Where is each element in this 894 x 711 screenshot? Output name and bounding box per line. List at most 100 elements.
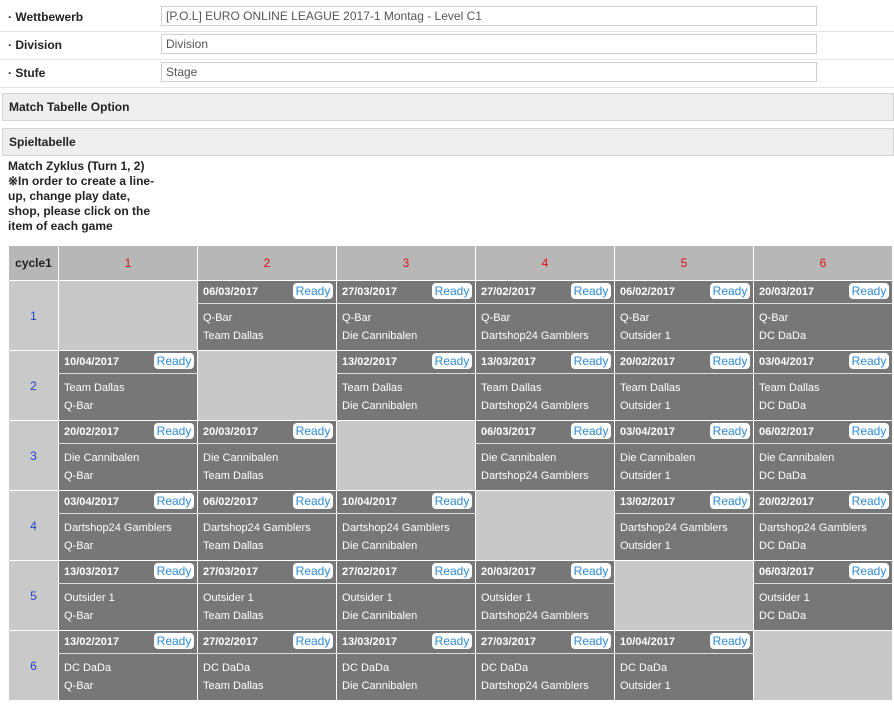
- match-cell[interactable]: 27/02/2017 Ready Q-Bar Dartshop24 Gamblers: [475, 280, 615, 351]
- ready-button[interactable]: Ready: [154, 423, 194, 439]
- ready-button[interactable]: Ready: [710, 633, 750, 649]
- ready-button[interactable]: Ready: [710, 493, 750, 509]
- match-table-option-header[interactable]: Match Tabelle Option: [2, 93, 894, 121]
- division-field[interactable]: Division: [161, 34, 817, 54]
- ready-button[interactable]: Ready: [571, 283, 611, 299]
- match-header: 10/04/2017 Ready: [59, 351, 197, 374]
- match-cell[interactable]: 20/03/2017 Ready Die Cannibalen Team Dallas: [197, 420, 337, 491]
- ready-button[interactable]: Ready: [293, 563, 333, 579]
- ready-button[interactable]: Ready: [710, 423, 750, 439]
- match-date: 27/02/2017: [342, 566, 398, 578]
- col-head: 1: [58, 245, 198, 281]
- ready-button[interactable]: Ready: [154, 633, 194, 649]
- match-cell[interactable]: 10/04/2017 Ready Team Dallas Q-Bar: [58, 350, 198, 421]
- empty-cell: [753, 630, 893, 701]
- match-cell[interactable]: 20/02/2017 Ready Team Dallas Outsider 1: [614, 350, 754, 421]
- ready-button[interactable]: Ready: [571, 563, 611, 579]
- match-cell[interactable]: 27/03/2017 Ready Outsider 1 Team Dallas: [197, 560, 337, 631]
- match-cell[interactable]: 13/03/2017 Ready Outsider 1 Q-Bar: [58, 560, 198, 631]
- stage-row: · Stufe Stage: [0, 59, 894, 88]
- away-team: Die Cannibalen: [342, 680, 418, 692]
- ready-button[interactable]: Ready: [849, 353, 889, 369]
- ready-button[interactable]: Ready: [432, 283, 472, 299]
- match-cell[interactable]: 20/02/2017 Ready Die Cannibalen Q-Bar: [58, 420, 198, 491]
- ready-button[interactable]: Ready: [571, 423, 611, 439]
- match-cell[interactable]: 20/03/2017 Ready Outsider 1 Dartshop24 Gamb…: [475, 560, 615, 631]
- grid-corner: cycle1: [8, 245, 59, 281]
- home-team: DC DaDa: [342, 662, 390, 674]
- home-team: Die Cannibalen: [481, 452, 557, 464]
- match-cell[interactable]: 06/02/2017 Ready Q-Bar Outsider 1: [614, 280, 754, 351]
- ready-button[interactable]: Ready: [293, 423, 333, 439]
- match-header: 27/03/2017 Ready: [337, 281, 475, 304]
- ready-button[interactable]: Ready: [571, 633, 611, 649]
- grid-body: 1 06/03/2017 Ready Q-Bar Team Dallas 27/03/20…: [8, 280, 893, 701]
- ready-button[interactable]: Ready: [432, 493, 472, 509]
- match-cell[interactable]: 06/02/2017 Ready Dartshop24 Gamblers Team D…: [197, 490, 337, 561]
- match-cell[interactable]: 20/03/2017 Ready Q-Bar DC DaDa: [753, 280, 893, 351]
- ready-button[interactable]: Ready: [710, 353, 750, 369]
- match-cell[interactable]: 03/04/2017 Ready Dartshop24 Gamblers Q-Bar: [58, 490, 198, 561]
- ready-button[interactable]: Ready: [154, 353, 194, 369]
- ready-button[interactable]: Ready: [293, 633, 333, 649]
- match-cell[interactable]: 10/04/2017 Ready Dartshop24 Gamblers Die Ca…: [336, 490, 476, 561]
- ready-button[interactable]: Ready: [432, 633, 472, 649]
- home-team: Team Dallas: [481, 382, 542, 394]
- match-cell[interactable]: 10/04/2017 Ready DC DaDa Outsider 1: [614, 630, 754, 701]
- match-cell[interactable]: 03/04/2017 Ready Die Cannibalen Outsider 1: [614, 420, 754, 491]
- match-cell[interactable]: 27/03/2017 Ready Q-Bar Die Cannibalen: [336, 280, 476, 351]
- match-header: 13/02/2017 Ready: [337, 351, 475, 374]
- ready-button[interactable]: Ready: [293, 283, 333, 299]
- away-team: DC DaDa: [759, 400, 807, 412]
- match-date: 06/03/2017: [481, 426, 537, 438]
- ready-button[interactable]: Ready: [710, 283, 750, 299]
- match-cell[interactable]: 03/04/2017 Ready Team Dallas DC DaDa: [753, 350, 893, 421]
- match-date: 27/03/2017: [203, 566, 259, 578]
- empty-cell: [475, 490, 615, 561]
- home-team: Q-Bar: [481, 312, 511, 324]
- home-team: Die Cannibalen: [620, 452, 696, 464]
- away-team: Team Dallas: [203, 330, 264, 342]
- ready-button[interactable]: Ready: [849, 563, 889, 579]
- match-cell[interactable]: 13/02/2017 Ready DC DaDa Q-Bar: [58, 630, 198, 701]
- away-team: Dartshop24 Gamblers: [481, 680, 589, 692]
- match-cell[interactable]: 06/02/2017 Ready Die Cannibalen DC DaDa: [753, 420, 893, 491]
- stage-field[interactable]: Stage: [161, 62, 817, 82]
- match-cell[interactable]: 20/02/2017 Ready Dartshop24 Gamblers DC DaD…: [753, 490, 893, 561]
- match-cell[interactable]: 06/03/2017 Ready Q-Bar Team Dallas: [197, 280, 337, 351]
- ready-button[interactable]: Ready: [154, 493, 194, 509]
- ready-button[interactable]: Ready: [154, 563, 194, 579]
- away-team: Dartshop24 Gamblers: [481, 330, 589, 342]
- ready-button[interactable]: Ready: [432, 563, 472, 579]
- ready-button[interactable]: Ready: [571, 353, 611, 369]
- ready-button[interactable]: Ready: [293, 493, 333, 509]
- match-cell[interactable]: 27/02/2017 Ready Outsider 1 Die Cannibalen: [336, 560, 476, 631]
- ready-button[interactable]: Ready: [849, 423, 889, 439]
- match-cell[interactable]: 13/02/2017 Ready Dartshop24 Gamblers Outsid…: [614, 490, 754, 561]
- match-header: 20/03/2017 Ready: [198, 421, 336, 444]
- match-header: 13/03/2017 Ready: [59, 561, 197, 584]
- match-cell[interactable]: 13/02/2017 Ready Team Dallas Die Cannibalen: [336, 350, 476, 421]
- match-cell[interactable]: 06/03/2017 Ready Outsider 1 DC DaDa: [753, 560, 893, 631]
- match-date: 13/02/2017: [620, 496, 676, 508]
- match-header: 13/02/2017 Ready: [59, 631, 197, 654]
- ready-button[interactable]: Ready: [849, 493, 889, 509]
- match-cell[interactable]: 27/02/2017 Ready DC DaDa Team Dallas: [197, 630, 337, 701]
- ready-button[interactable]: Ready: [432, 353, 472, 369]
- match-cell[interactable]: 06/03/2017 Ready Die Cannibalen Dartshop24 …: [475, 420, 615, 491]
- home-team: Outsider 1: [481, 592, 532, 604]
- match-date: 03/04/2017: [759, 356, 815, 368]
- match-cell[interactable]: 13/03/2017 Ready DC DaDa Die Cannibalen: [336, 630, 476, 701]
- division-row: · Division Division: [0, 31, 894, 60]
- row-head: 6: [8, 630, 59, 701]
- grid-row: 4 03/04/2017 Ready Dartshop24 Gamblers Q-Bar…: [8, 490, 893, 561]
- match-header: 10/04/2017 Ready: [615, 631, 753, 654]
- cycle-instructions: ※In order to create a line-up, change pl…: [8, 174, 155, 233]
- match-cell[interactable]: 13/03/2017 Ready Team Dallas Dartshop24 Gam…: [475, 350, 615, 421]
- match-cell[interactable]: 27/03/2017 Ready DC DaDa Dartshop24 Gambler…: [475, 630, 615, 701]
- away-team: Dartshop24 Gamblers: [481, 400, 589, 412]
- col-head: 6: [753, 245, 893, 281]
- competition-field[interactable]: [P.O.L] EURO ONLINE LEAGUE 2017-1 Montag…: [161, 6, 817, 26]
- ready-button[interactable]: Ready: [849, 283, 889, 299]
- cycle-title: Match Zyklus (Turn 1, 2): [8, 159, 145, 173]
